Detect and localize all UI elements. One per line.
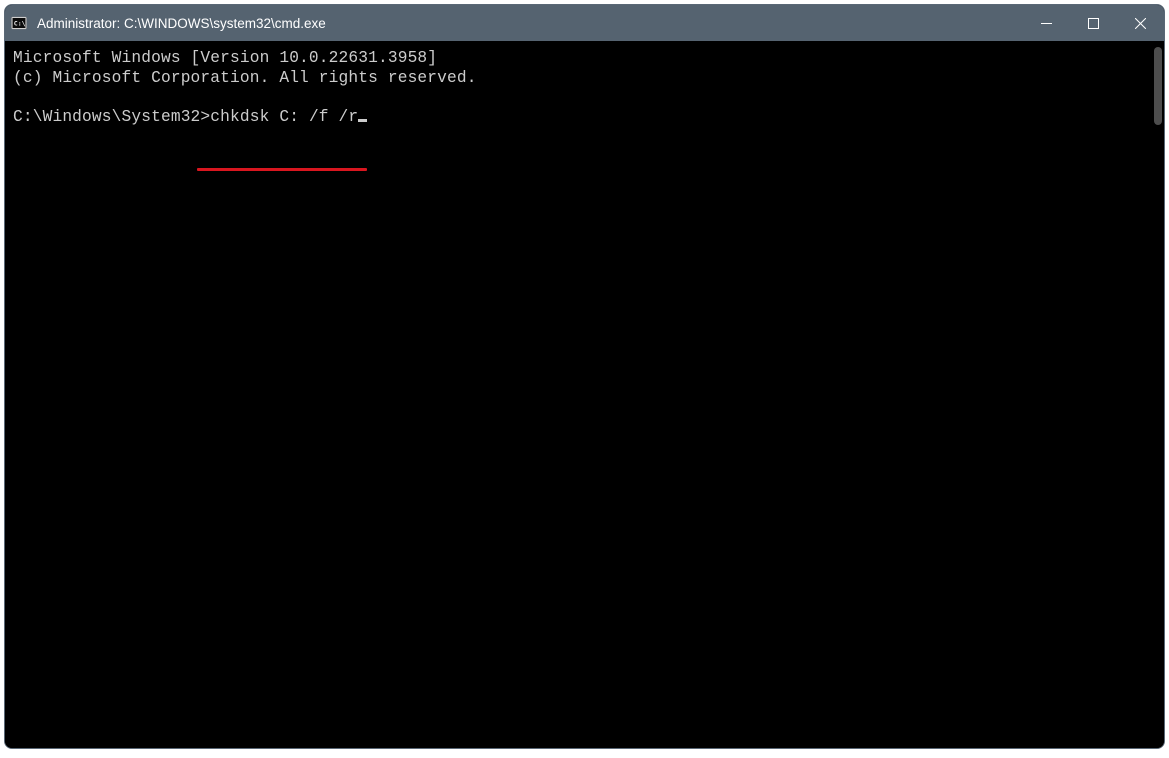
app-icon: C:\ [11,15,27,31]
svg-text:C:\: C:\ [14,20,26,28]
terminal-content[interactable]: Microsoft Windows [Version 10.0.22631.39… [5,41,1150,748]
cmd-window: C:\ Administrator: C:\WINDOWS\system32\c… [4,4,1165,749]
text-cursor [358,119,367,122]
prompt-line: C:\Windows\System32>chkdsk C: /f /r [13,108,1142,128]
window-title: Administrator: C:\WINDOWS\system32\cmd.e… [37,16,1023,31]
prompt-path: C:\Windows\System32> [13,108,210,128]
blank-line [13,88,1142,108]
typed-command: chkdsk C: /f /r [210,108,358,128]
scrollbar-thumb[interactable] [1154,47,1162,125]
copyright-line: (c) Microsoft Corporation. All rights re… [13,69,1142,89]
annotation-underline [197,168,367,171]
close-button[interactable] [1117,5,1164,41]
terminal-body[interactable]: Microsoft Windows [Version 10.0.22631.39… [5,41,1164,748]
minimize-button[interactable] [1023,5,1070,41]
window-controls [1023,5,1164,41]
version-line: Microsoft Windows [Version 10.0.22631.39… [13,49,1142,69]
titlebar[interactable]: C:\ Administrator: C:\WINDOWS\system32\c… [5,5,1164,41]
scrollbar[interactable] [1150,41,1164,748]
maximize-button[interactable] [1070,5,1117,41]
